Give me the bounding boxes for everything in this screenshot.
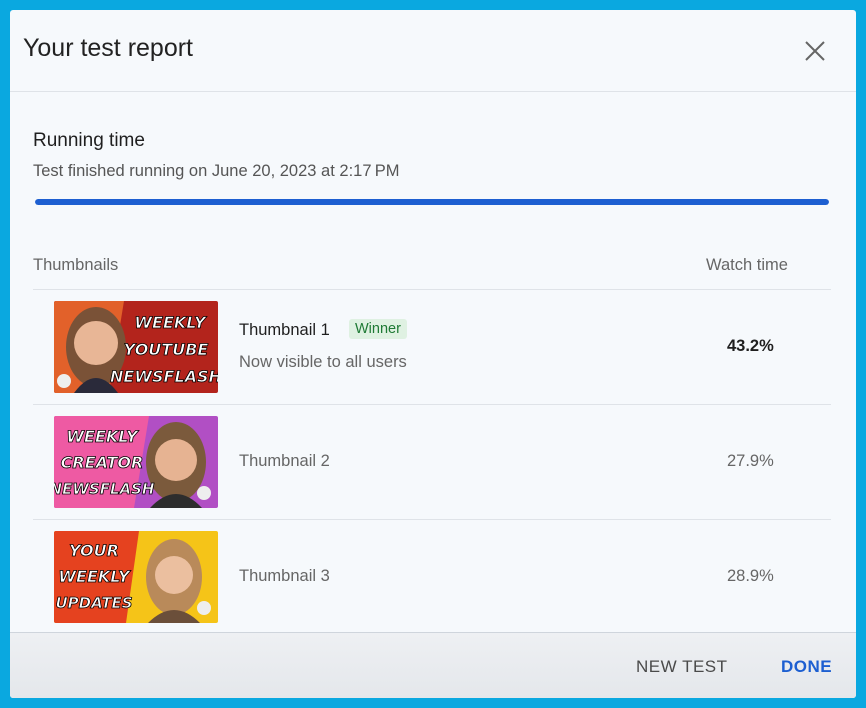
thumb-text: UPDATES: [55, 594, 132, 612]
running-time-subtitle: Test finished running on June 20, 2023 a…: [33, 162, 400, 180]
thumbnail-status: Now visible to all users: [239, 353, 407, 371]
thumb-text: NEWSFLASH: [110, 367, 218, 386]
thumbnail-image: WEEKLY CREATOR NEWSFLASH: [54, 416, 218, 508]
thumbnail-name: Thumbnail 2: [239, 452, 330, 470]
running-time-title: Running time: [33, 130, 145, 151]
new-test-button[interactable]: NEW TEST: [636, 657, 728, 677]
thumbnail-image: WEEKLY YOUTUBE NEWSFLASH: [54, 301, 218, 393]
dialog-title: Your test report: [23, 34, 194, 62]
watch-time-value: 28.9%: [727, 567, 774, 585]
thumbnail-image: YOUR WEEKLY UPDATES: [54, 531, 218, 623]
dialog-header: Your test report: [10, 10, 856, 92]
thumb-text: CREATOR: [61, 453, 144, 472]
thumbnail-results-list: WEEKLY YOUTUBE NEWSFLASH Thumbnail 1 Win…: [33, 289, 831, 634]
thumbnail-name: Thumbnail 1: [239, 321, 330, 339]
thumb-text: WEEKLY: [58, 567, 131, 586]
close-icon[interactable]: [800, 36, 830, 66]
table-row: YOUR WEEKLY UPDATES Thumbnail 3 28.9%: [33, 519, 831, 634]
thumb-text: YOUR: [69, 541, 119, 560]
winner-badge: Winner: [349, 319, 407, 339]
table-row: WEEKLY YOUTUBE NEWSFLASH Thumbnail 1 Win…: [33, 289, 831, 404]
watch-time-value: 43.2%: [727, 337, 774, 355]
thumb-text: YOUTUBE: [124, 340, 209, 359]
thumb-text: NEWSFLASH: [54, 480, 155, 498]
thumbnail-name: Thumbnail 3: [239, 567, 330, 585]
thumb-text: WEEKLY: [134, 313, 207, 332]
test-report-dialog: Your test report Running time Test finis…: [10, 10, 856, 698]
running-progress-bar: [35, 199, 829, 205]
thumb-text: WEEKLY: [66, 427, 139, 446]
column-header-watch-time: Watch time: [706, 256, 788, 274]
dialog-footer: NEW TEST DONE: [10, 632, 856, 698]
watch-time-value: 27.9%: [727, 452, 774, 470]
table-row: WEEKLY CREATOR NEWSFLASH Thumbnail 2 27.…: [33, 404, 831, 519]
running-progress-fill: [35, 199, 829, 205]
done-button[interactable]: DONE: [781, 657, 832, 677]
column-header-thumbnails: Thumbnails: [33, 256, 119, 274]
